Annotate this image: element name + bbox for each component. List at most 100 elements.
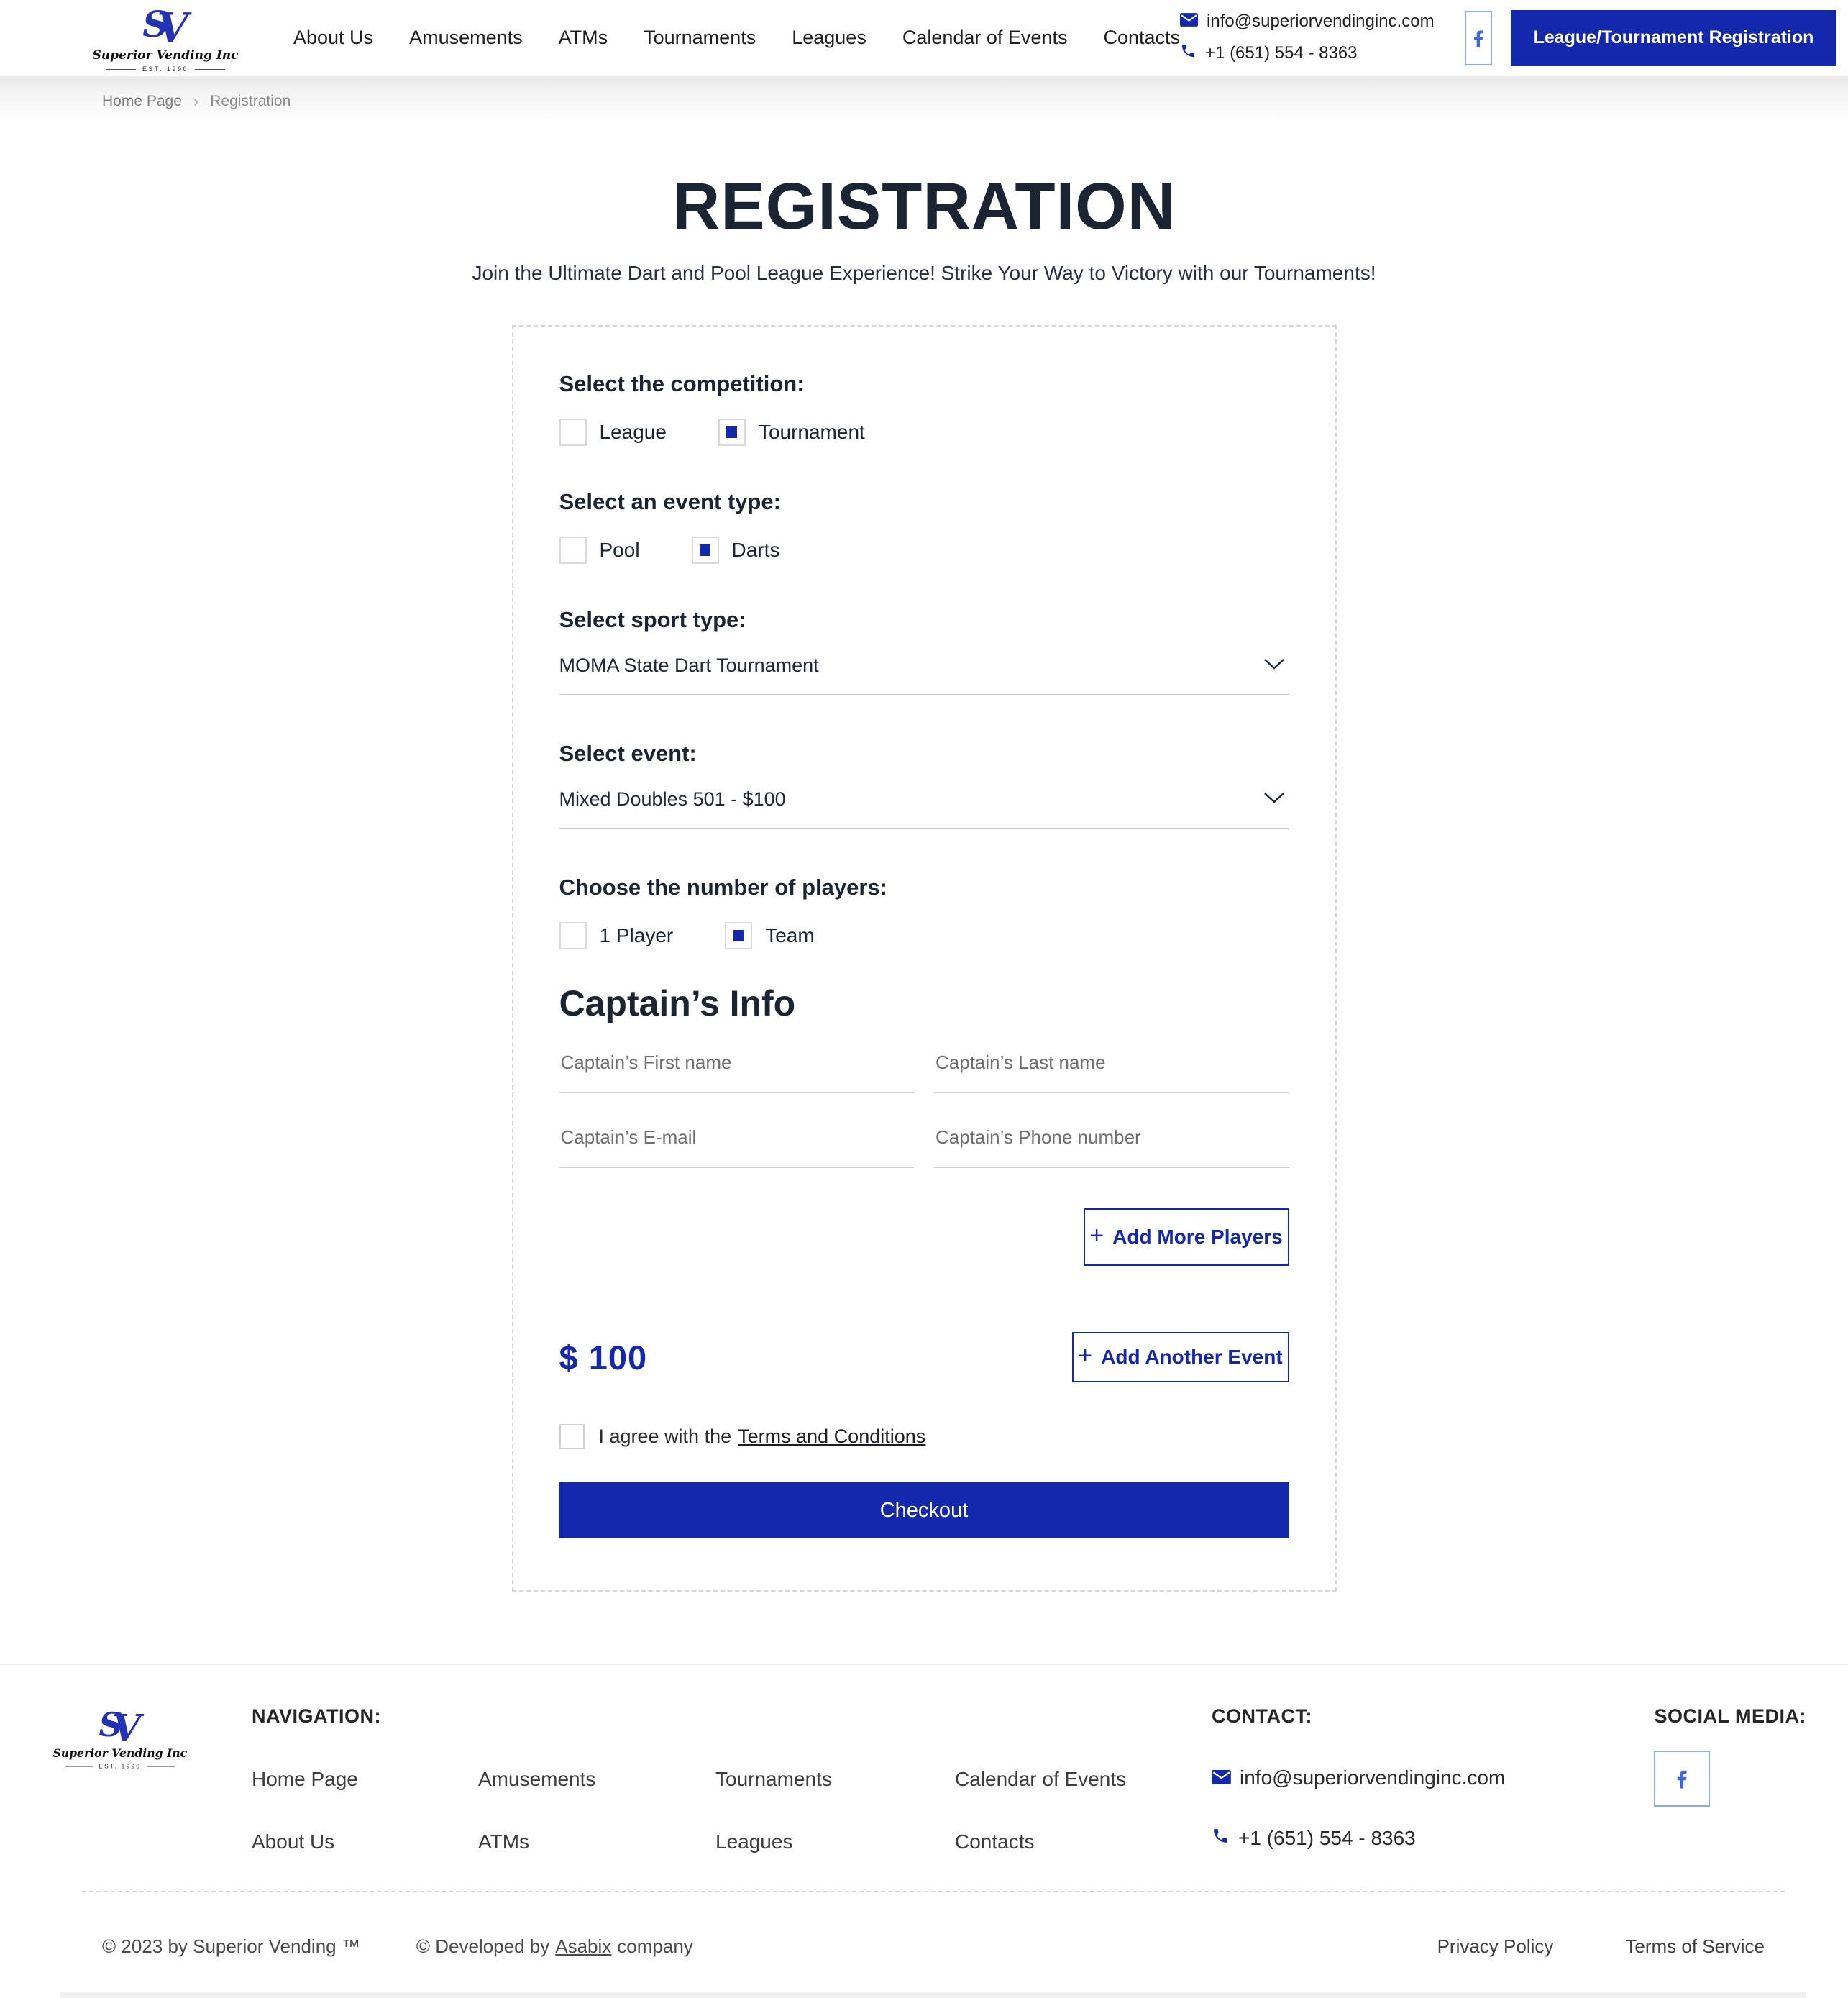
breadcrumb-separator: › <box>193 92 198 111</box>
privacy-policy-link[interactable]: Privacy Policy <box>1437 1935 1554 1958</box>
developed-by-suffix: company <box>617 1935 693 1958</box>
players-options: 1 Player Team <box>559 922 1289 949</box>
phone-icon <box>1180 42 1197 64</box>
tournament-checkbox[interactable] <box>718 419 746 446</box>
one-player-checkbox[interactable] <box>559 922 587 949</box>
players-label: Choose the number of players: <box>559 875 1289 900</box>
terms-of-service-link[interactable]: Terms of Service <box>1625 1935 1765 1958</box>
footer-contact: CONTACT: info@superiorvendinginc.com +1 … <box>1212 1705 1550 1850</box>
footer-nav-amusements[interactable]: Amusements <box>478 1768 715 1791</box>
nav-leagues[interactable]: Leagues <box>792 27 866 49</box>
nav-amusements[interactable]: Amusements <box>409 27 523 49</box>
nav-contacts[interactable]: Contacts <box>1103 27 1180 49</box>
event-group: Select event: Mixed Doubles 501 - $100 <box>559 741 1289 829</box>
footer-nav-leagues[interactable]: Leagues <box>715 1830 955 1853</box>
darts-checkbox-label: Darts <box>732 539 780 562</box>
main-nav: About Us Amusements ATMs Tournaments Lea… <box>293 27 1180 49</box>
facebook-icon <box>1466 26 1491 50</box>
asabix-link[interactable]: Asabix <box>555 1935 611 1958</box>
footer-nav-calendar-of-events[interactable]: Calendar of Events <box>955 1768 1203 1791</box>
footer-logo-link[interactable]: SV Superior Vending Inc EST. 1990 <box>60 1705 180 1769</box>
footer-nav-home-page[interactable]: Home Page <box>252 1768 478 1791</box>
footer-navigation: NAVIGATION: Home Page Amusements Tournam… <box>252 1705 1203 1853</box>
footer-nav-contacts[interactable]: Contacts <box>955 1830 1203 1853</box>
terms-and-conditions-link[interactable]: Terms and Conditions <box>738 1425 925 1448</box>
footer-phone-link[interactable]: +1 (651) 554 - 8363 <box>1212 1827 1550 1850</box>
logo-monogram-icon: SV <box>99 1705 141 1743</box>
terms-row: I agree with the Terms and Conditions <box>559 1424 1289 1449</box>
pool-checkbox-label: Pool <box>600 539 640 562</box>
facebook-button[interactable] <box>1465 11 1492 65</box>
chevron-down-icon[interactable] <box>1263 658 1285 674</box>
footer-nav-atms[interactable]: ATMs <box>478 1830 715 1853</box>
logo-monogram-icon: SV <box>142 3 188 45</box>
logo-link[interactable]: SV Superior Vending Inc EST. 1990 <box>101 3 230 73</box>
page-subtitle: Join the Ultimate Dart and Pool League E… <box>0 262 1848 285</box>
facebook-icon <box>1669 1766 1695 1792</box>
event-select[interactable]: Mixed Doubles 501 - $100 <box>559 788 1289 829</box>
header-email-link[interactable]: info@superiorvendinginc.com <box>1180 12 1435 32</box>
header-email-text: info@superiorvendinginc.com <box>1207 12 1435 32</box>
chevron-down-icon[interactable] <box>1263 792 1285 808</box>
sport-type-value: MOMA State Dart Tournament <box>559 654 819 677</box>
footer-nav-about-us[interactable]: About Us <box>252 1830 478 1853</box>
event-type-option-pool[interactable]: Pool <box>559 537 640 564</box>
sport-type-select[interactable]: MOMA State Dart Tournament <box>559 654 1289 695</box>
pool-checkbox[interactable] <box>559 537 587 564</box>
captain-last-name-input[interactable] <box>934 1052 1289 1093</box>
footer-logo-est: EST. 1990 <box>65 1763 175 1769</box>
footer-nav-tournaments[interactable]: Tournaments <box>715 1768 955 1791</box>
add-more-players-label: Add More Players <box>1112 1226 1283 1249</box>
competition-option-tournament[interactable]: Tournament <box>718 419 865 446</box>
breadcrumb-home-link[interactable]: Home Page <box>102 93 182 110</box>
bottom-bar: © 2023 by Superior Vending ™ © Developed… <box>60 1892 1806 1998</box>
footer-phone-text: +1 (651) 554 - 8363 <box>1238 1827 1416 1850</box>
footer-navigation-heading: NAVIGATION: <box>252 1705 1203 1728</box>
footer-social-heading: SOCIAL MEDIA: <box>1654 1705 1806 1728</box>
sport-type-label: Select sport type: <box>559 607 1289 633</box>
captain-phone-input[interactable] <box>934 1126 1289 1168</box>
one-player-checkbox-label: 1 Player <box>600 924 674 947</box>
team-checkbox[interactable] <box>725 922 752 949</box>
footer-email-link[interactable]: info@superiorvendinginc.com <box>1212 1766 1550 1789</box>
footer-facebook-button[interactable] <box>1654 1751 1710 1807</box>
event-value: Mixed Doubles 501 - $100 <box>559 788 786 811</box>
team-checkbox-label: Team <box>765 924 814 947</box>
captain-email-input[interactable] <box>559 1126 915 1168</box>
competition-label: Select the competition: <box>559 371 1289 397</box>
breadcrumb: Home Page › Registration <box>0 76 1848 127</box>
add-more-players-button[interactable]: + Add More Players <box>1084 1208 1289 1266</box>
tournament-checkbox-label: Tournament <box>759 421 865 444</box>
captain-first-name-input[interactable] <box>559 1052 915 1093</box>
plus-icon: + <box>1089 1223 1104 1248</box>
league-tournament-registration-button[interactable]: League/Tournament Registration <box>1511 10 1837 66</box>
add-another-event-label: Add Another Event <box>1101 1346 1283 1369</box>
league-checkbox-label: League <box>600 421 667 444</box>
players-option-team[interactable]: Team <box>725 922 814 949</box>
league-checkbox[interactable] <box>559 419 587 446</box>
footer-logo-name: Superior Vending Inc <box>52 1747 187 1760</box>
copyright-text: © 2023 by Superior Vending ™ <box>102 1935 360 1958</box>
nav-about-us[interactable]: About Us <box>293 27 373 49</box>
breadcrumb-current: Registration <box>210 93 291 110</box>
darts-checkbox[interactable] <box>692 537 719 564</box>
mail-icon <box>1180 12 1198 32</box>
mail-icon <box>1212 1766 1231 1789</box>
nav-tournaments[interactable]: Tournaments <box>644 27 756 49</box>
logo-est: EST. 1990 <box>106 65 225 73</box>
terms-checkbox[interactable] <box>559 1424 585 1449</box>
header-phone-link[interactable]: +1 (651) 554 - 8363 <box>1180 42 1435 64</box>
footer-social: SOCIAL MEDIA: <box>1654 1705 1806 1807</box>
event-type-option-darts[interactable]: Darts <box>692 537 780 564</box>
add-another-event-button[interactable]: + Add Another Event <box>1072 1332 1289 1382</box>
main-content: REGISTRATION Join the Ultimate Dart and … <box>0 169 1848 1592</box>
players-option-1-player[interactable]: 1 Player <box>559 922 674 949</box>
event-type-options: Pool Darts <box>559 537 1289 564</box>
checkout-button[interactable]: Checkout <box>559 1482 1289 1538</box>
nav-atms[interactable]: ATMs <box>559 27 608 49</box>
site-footer: SV Superior Vending Inc EST. 1990 NAVIGA… <box>0 1664 1848 1998</box>
footer-email-text: info@superiorvendinginc.com <box>1240 1766 1505 1789</box>
header-contacts: info@superiorvendinginc.com +1 (651) 554… <box>1180 12 1435 64</box>
nav-calendar-of-events[interactable]: Calendar of Events <box>902 27 1068 49</box>
competition-option-league[interactable]: League <box>559 419 667 446</box>
